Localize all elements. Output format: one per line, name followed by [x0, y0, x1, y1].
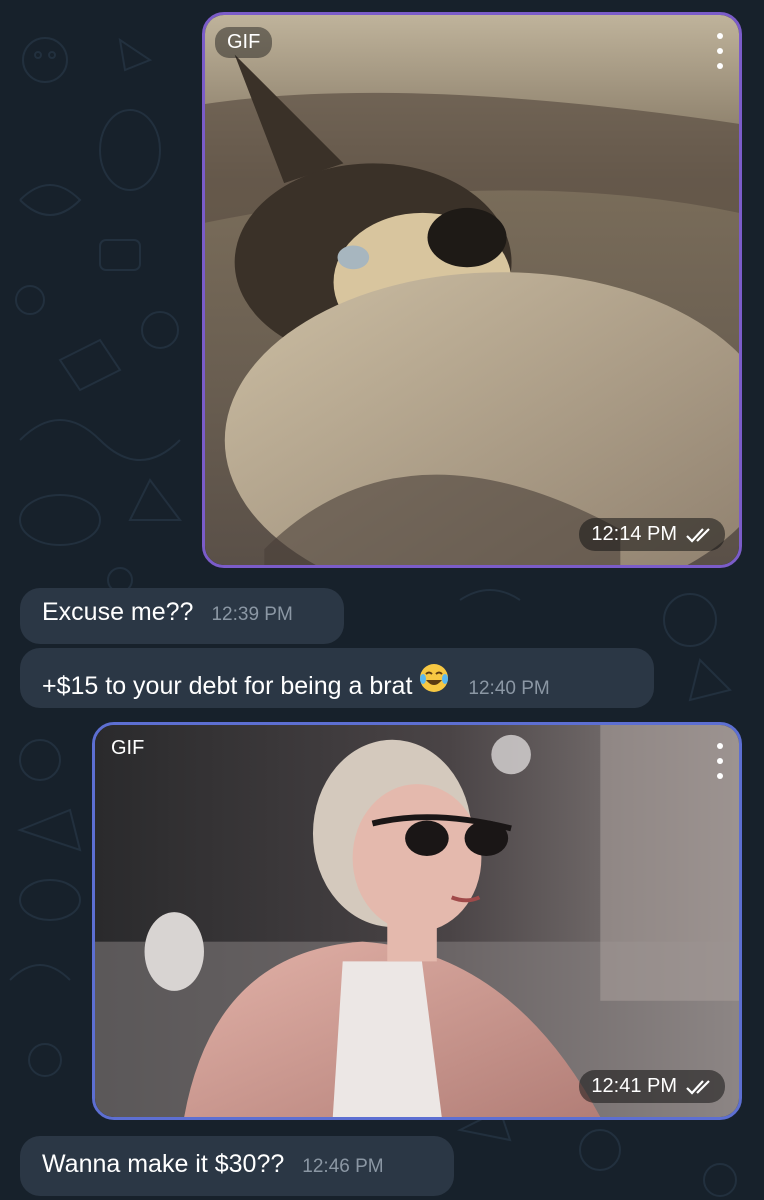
message-timestamp: 12:41 PM	[579, 1070, 725, 1103]
message-text: Wanna make it $30??	[42, 1150, 285, 1178]
gif-image-husky[interactable]	[205, 15, 739, 565]
more-options-icon[interactable]	[713, 33, 727, 69]
message-timestamp: 12:46 PM	[302, 1156, 384, 1177]
more-options-icon[interactable]	[713, 743, 727, 779]
double-check-icon	[686, 1079, 710, 1095]
time-label: 12:14 PM	[591, 523, 677, 545]
gif-image-woman[interactable]	[95, 725, 739, 1117]
gif-message-husky[interactable]: GIF 12:14 PM	[202, 12, 742, 568]
message-text: +$15 to your debt for being a brat	[42, 672, 413, 700]
message-timestamp: 12:40 PM	[468, 678, 550, 699]
gif-badge: GIF	[111, 737, 145, 759]
incoming-message-bubble[interactable]: +$15 to your debt for being a brat 12:40…	[20, 648, 654, 708]
incoming-message-bubble[interactable]: Wanna make it $30?? 12:46 PM	[20, 1136, 454, 1196]
message-timestamp: 12:39 PM	[211, 604, 293, 625]
incoming-message-bubble[interactable]: Excuse me?? 12:39 PM	[20, 588, 344, 644]
message-text: Excuse me??	[42, 598, 194, 626]
gif-message-woman[interactable]: GIF 12:41 PM	[92, 722, 742, 1120]
message-timestamp: 12:14 PM	[579, 518, 725, 551]
face-with-tears-of-joy-icon	[420, 664, 449, 692]
double-check-icon	[686, 527, 710, 543]
time-label: 12:41 PM	[591, 1075, 677, 1097]
gif-badge: GIF	[215, 27, 273, 58]
